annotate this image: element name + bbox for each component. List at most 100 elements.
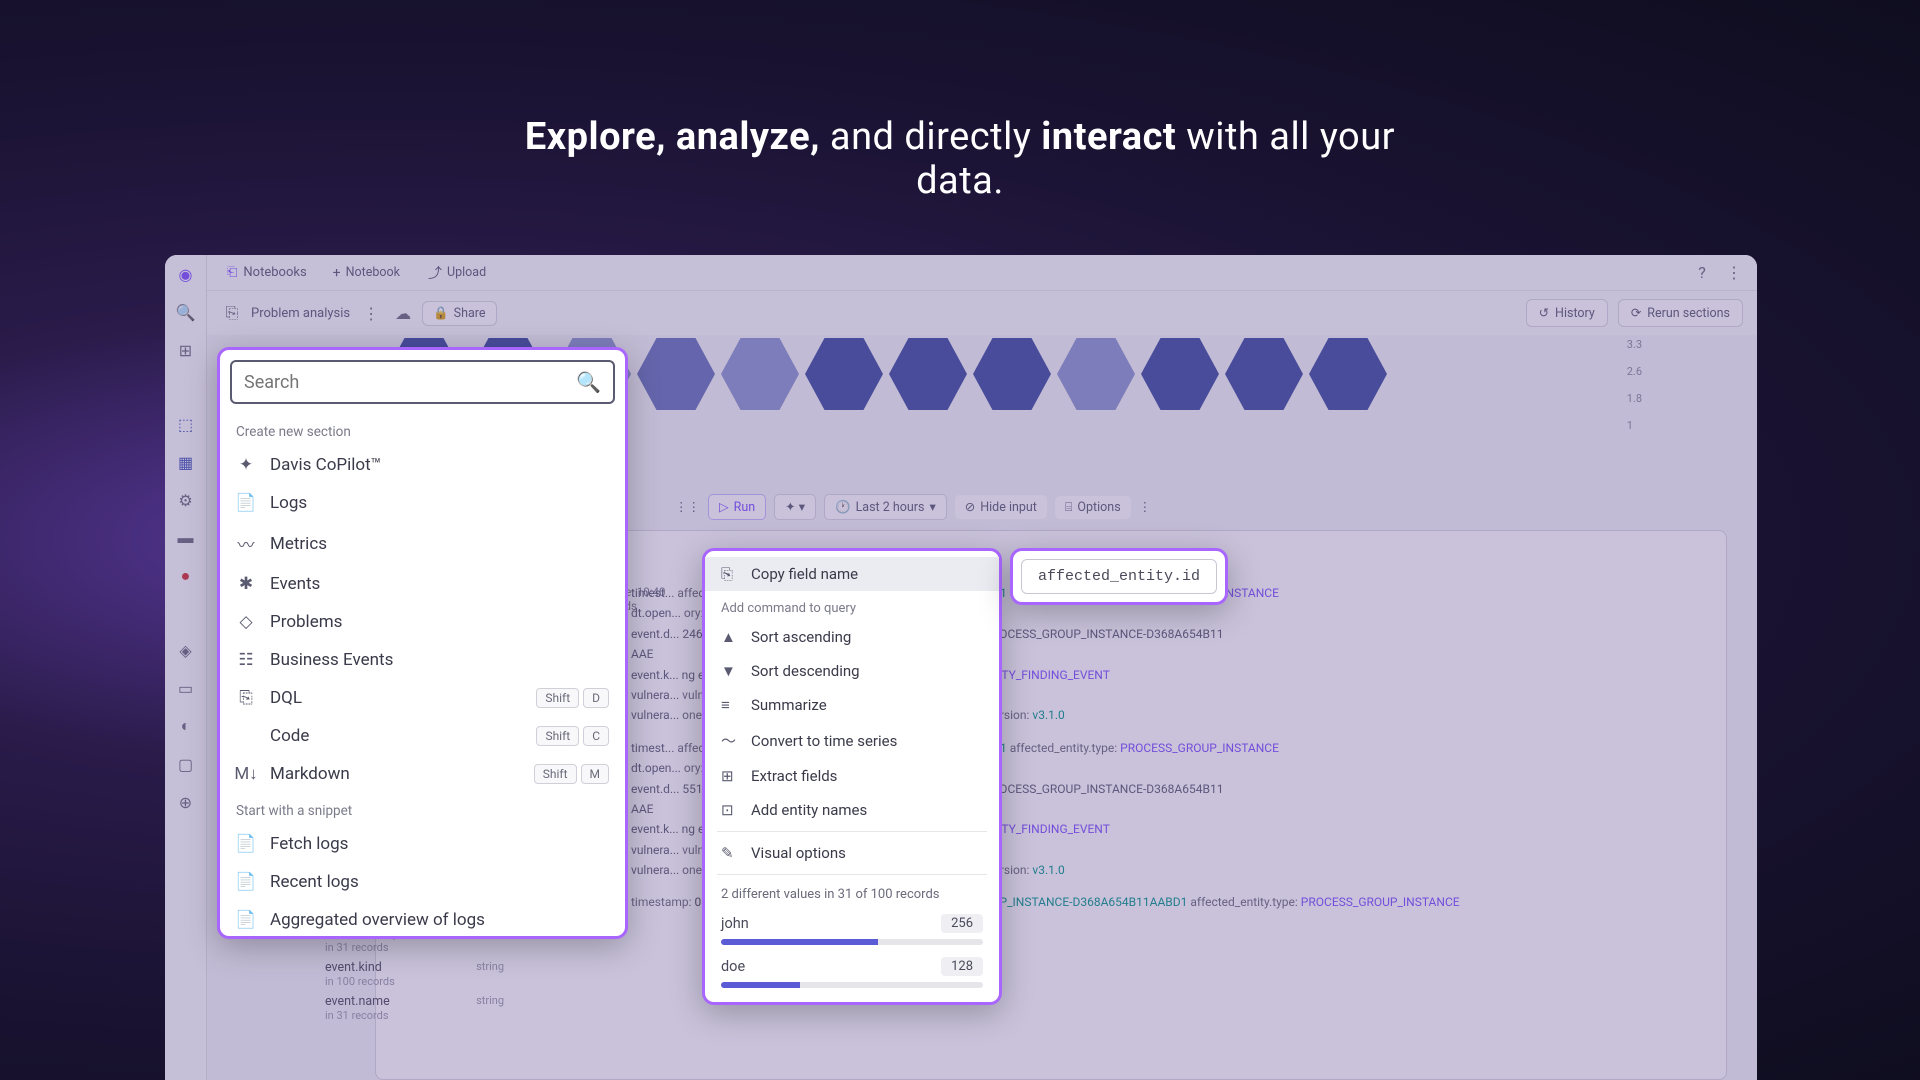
- value-row[interactable]: doe128: [705, 953, 999, 980]
- menu-item-davis-copilot-[interactable]: ✦Davis CoPilot™: [220, 446, 625, 484]
- ctx-convert-to-time-series[interactable]: 〜Convert to time series: [705, 722, 999, 759]
- section-header-create: Create new section: [220, 414, 625, 446]
- doc-title: Problem analysis: [251, 306, 350, 321]
- menu-item-business-events[interactable]: ☷Business Events: [220, 641, 625, 679]
- item-icon: 📄: [236, 872, 256, 892]
- gear-icon[interactable]: ⚙: [175, 489, 197, 511]
- ctx-sort-descending[interactable]: ▼Sort descending: [705, 654, 999, 688]
- drag-handle-icon[interactable]: ⋮⋮: [675, 499, 700, 515]
- menu-item-dql[interactable]: ⎘DQLShiftD: [220, 679, 625, 717]
- alert-icon[interactable]: ●: [175, 565, 197, 587]
- menu-item-logs[interactable]: 📄Logs: [220, 484, 625, 522]
- copy-field-name-item[interactable]: ⎘ Copy field name: [705, 557, 999, 591]
- plus-icon: +: [333, 265, 341, 281]
- axis-labels: 3.32.61.81: [1627, 338, 1642, 432]
- wand-icon: ✎: [721, 844, 739, 862]
- menu-item-markdown[interactable]: M↓MarkdownShiftM: [220, 755, 625, 793]
- menu-item-events[interactable]: ✱Events: [220, 565, 625, 603]
- share-button[interactable]: 🔒Share: [422, 301, 496, 326]
- item-icon: 📄: [236, 910, 256, 930]
- cube-icon[interactable]: ⬚: [175, 413, 197, 435]
- snippet-recent-logs[interactable]: 📄Recent logs: [220, 863, 625, 901]
- eye-off-icon: ⊘: [965, 499, 975, 515]
- doc-more-icon[interactable]: ⋮: [360, 302, 382, 324]
- clock-icon: 🕐: [835, 500, 851, 515]
- snippet-fetch-logs[interactable]: 📄Fetch logs: [220, 825, 625, 863]
- item-icon: ⎘: [236, 688, 256, 708]
- play-icon: ▷: [719, 499, 729, 515]
- menu-item-code[interactable]: CodeShiftC: [220, 717, 625, 755]
- options-button[interactable]: ⌸Options: [1055, 496, 1131, 519]
- ctx-header-add: Add command to query: [705, 591, 999, 620]
- logo-icon[interactable]: ◉: [175, 263, 197, 285]
- search-input[interactable]: [244, 372, 576, 393]
- nav-icon-4[interactable]: ▢: [175, 753, 197, 775]
- ctx-icon: ≡: [721, 696, 739, 714]
- top-bar: ⎗Notebooks +Notebook ⤴Upload ? ⋮: [207, 255, 1757, 291]
- item-icon: 📄: [236, 834, 256, 854]
- left-rail: ◉ 🔍 ⊞ ⬚ ▦ ⚙ ▬ ● ◈ ▭ ◐ ▢ ⊕: [165, 255, 207, 1080]
- panel-icon[interactable]: ▬: [175, 527, 197, 549]
- search-icon: 🔍: [576, 370, 601, 394]
- section-header-snippet: Start with a snippet: [220, 793, 625, 825]
- add-notebook-button[interactable]: +Notebook: [323, 261, 410, 285]
- item-icon: ☷: [236, 650, 256, 670]
- cloud-icon: ☁: [392, 302, 414, 324]
- ctx-extract-fields[interactable]: ⊞Extract fields: [705, 759, 999, 793]
- search-input-wrapper[interactable]: 🔍: [230, 360, 615, 404]
- item-icon: M↓: [236, 764, 256, 784]
- field-pill-popup: affected_entity.id: [1010, 548, 1228, 605]
- search-icon[interactable]: 🔍: [175, 301, 197, 323]
- ctx-summarize[interactable]: ≡Summarize: [705, 688, 999, 722]
- nav-icon-3[interactable]: ◐: [175, 715, 197, 737]
- item-icon: ◇: [236, 612, 256, 632]
- field-pill-value: affected_entity.id: [1021, 559, 1217, 594]
- item-icon: 📄: [236, 493, 256, 513]
- item-icon: ✱: [236, 574, 256, 594]
- section-more-icon[interactable]: ⋮: [1139, 499, 1152, 515]
- apps-icon[interactable]: ⊞: [175, 339, 197, 361]
- ctx-stats: 2 different values in 31 of 100 records: [705, 879, 999, 910]
- upload-button[interactable]: ⤴Upload: [418, 259, 496, 287]
- field-item[interactable]: event.kindstringin 100 records: [317, 957, 512, 991]
- snippet-aggregated-overview-of-logs[interactable]: 📄Aggregated overview of logs: [220, 901, 625, 934]
- nav-icon-5[interactable]: ⊕: [175, 791, 197, 813]
- ctx-sort-ascending[interactable]: ▲Sort ascending: [705, 620, 999, 654]
- ctx-icon: ▲: [721, 628, 739, 646]
- field-item[interactable]: event.namestringin 31 records: [317, 991, 512, 1025]
- sliders-icon: ⌸: [1065, 500, 1073, 515]
- section-toolbar: ⋮⋮ ▷Run ✦ ▾ 🕐Last 2 hours ▾ ⊘Hide input …: [675, 494, 1151, 520]
- upload-icon: ⤴: [428, 263, 442, 283]
- search-popup: 🔍 Create new section ✦Davis CoPilot™📄Log…: [217, 347, 628, 939]
- visual-options-item[interactable]: ✎ Visual options: [705, 836, 999, 870]
- ctx-add-entity-names[interactable]: ⊡Add entity names: [705, 793, 999, 827]
- value-row[interactable]: john256: [705, 910, 999, 937]
- help-icon[interactable]: ?: [1691, 262, 1713, 284]
- context-menu: ⎘ Copy field name Add command to query ▲…: [702, 548, 1002, 1005]
- menu-item-metrics[interactable]: 〰Metrics: [220, 522, 625, 565]
- history-button[interactable]: ↺History: [1526, 299, 1608, 327]
- rerun-button[interactable]: ⟳Rerun sections: [1618, 299, 1743, 327]
- ai-button[interactable]: ✦ ▾: [774, 494, 816, 520]
- timeframe-button[interactable]: 🕐Last 2 hours ▾: [824, 494, 947, 520]
- nav-icon-1[interactable]: ◈: [175, 639, 197, 661]
- lock-icon: 🔒: [433, 306, 449, 321]
- hide-input-button[interactable]: ⊘Hide input: [955, 495, 1047, 519]
- ctx-icon: ⊞: [721, 767, 739, 785]
- notebooks-link[interactable]: ⎗Notebooks: [219, 261, 315, 284]
- ctx-icon: ⊡: [721, 801, 739, 819]
- more-icon[interactable]: ⋮: [1723, 262, 1745, 284]
- grid-icon[interactable]: ▦: [175, 451, 197, 473]
- ctx-icon: ▼: [721, 662, 739, 680]
- item-icon: ✦: [236, 455, 256, 475]
- second-bar: ⎘ Problem analysis ⋮ ☁ 🔒Share ↺History ⟳…: [207, 291, 1757, 335]
- history-icon: ↺: [1539, 305, 1549, 321]
- hero-headline: Explore, analyze, and directly interact …: [480, 115, 1440, 203]
- nav-icon-2[interactable]: ▭: [175, 677, 197, 699]
- doc-icon: ⎘: [221, 302, 243, 324]
- refresh-icon: ⟳: [1631, 305, 1641, 321]
- menu-item-problems[interactable]: ◇Problems: [220, 603, 625, 641]
- notebook-icon: ⎗: [227, 265, 237, 280]
- run-button[interactable]: ▷Run: [708, 494, 766, 520]
- copy-icon: ⎘: [721, 565, 739, 583]
